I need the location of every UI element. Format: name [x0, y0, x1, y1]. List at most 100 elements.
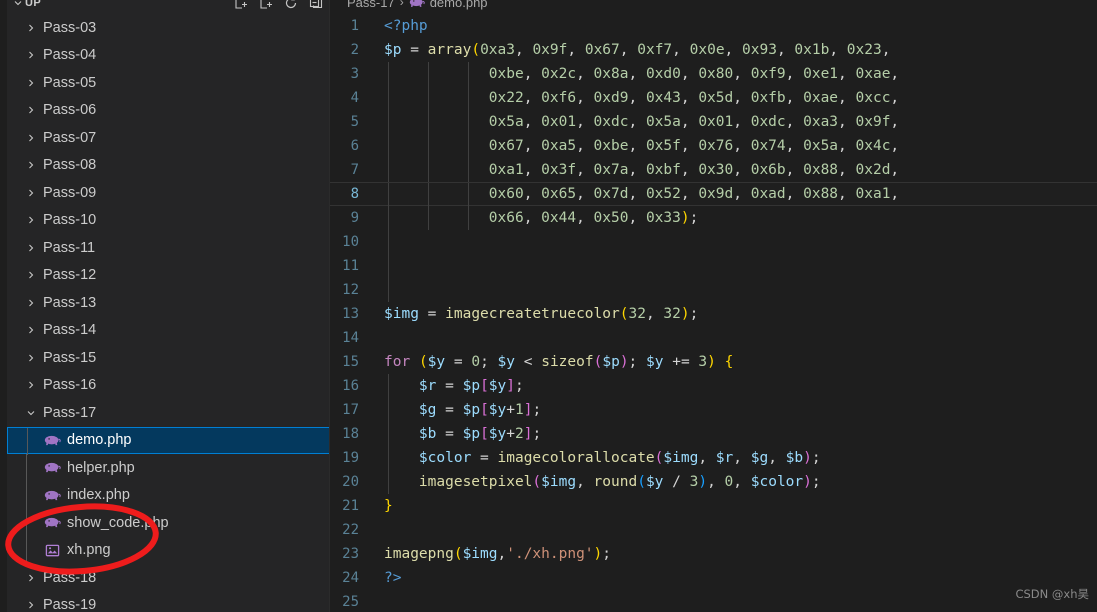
code-line-7[interactable]: 7 0xa1, 0x3f, 0x7a, 0xbf, 0x30, 0x6b, 0x…	[330, 158, 1097, 182]
code-editor: Pass-17 › demo.php 1 <?php 2 $p = array(0xa…	[330, 0, 1097, 612]
tree-folder-Pass-05[interactable]: Pass-05	[7, 69, 329, 97]
chevron-right-icon[interactable]	[23, 597, 39, 612]
chevron-right-icon[interactable]	[23, 295, 39, 311]
tree-file-index.php[interactable]: index.php	[7, 481, 329, 509]
code-token: +	[506, 426, 515, 442]
chevron-right-icon[interactable]	[23, 185, 39, 201]
tree-folder-Pass-19[interactable]: Pass-19	[7, 592, 329, 612]
tree-file-xh.png[interactable]: xh.png	[7, 536, 329, 564]
code-line-14[interactable]: 14	[330, 326, 1097, 350]
line-text: 0xbe, 0x2c, 0x8a, 0xd0, 0x80, 0xf9, 0xe1…	[380, 62, 1097, 86]
code-token: ,	[645, 306, 664, 322]
tree-folder-Pass-17[interactable]: Pass-17	[7, 399, 329, 427]
chevron-right-icon[interactable]	[23, 47, 39, 63]
chevron-right-icon[interactable]	[23, 212, 39, 228]
code-token: [	[480, 426, 489, 442]
code-line-20[interactable]: 20 imagesetpixel($img, round($y / 3), 0,…	[330, 470, 1097, 494]
chevron-right-icon[interactable]	[23, 350, 39, 366]
chevron-down-icon[interactable]	[23, 405, 39, 421]
chevron-right-icon[interactable]	[23, 157, 39, 173]
chevron-right-icon[interactable]	[23, 102, 39, 118]
code-content[interactable]: 1 <?php 2 $p = array(0xa3, 0x9f, 0x67, 0xf7…	[330, 14, 1097, 612]
code-token: 0x43	[645, 90, 681, 106]
chevron-down-icon[interactable]	[11, 0, 25, 10]
code-line-11[interactable]: 11	[330, 254, 1097, 278]
line-text: $p = array(0xa3, 0x9f, 0x67, 0xf7, 0x0e,…	[380, 38, 1097, 62]
tree-folder-Pass-04[interactable]: Pass-04	[7, 42, 329, 70]
code-line-1[interactable]: 1 <?php	[330, 14, 1097, 38]
new-file-icon[interactable]	[233, 0, 249, 11]
code-line-9[interactable]: 9 0x66, 0x44, 0x50, 0x33);	[330, 206, 1097, 230]
php-elephant-icon	[409, 0, 425, 8]
code-token: 0x7a	[593, 162, 629, 178]
chevron-right-icon[interactable]	[23, 20, 39, 36]
code-token: 0x3f	[541, 162, 577, 178]
chevron-right-icon[interactable]	[23, 267, 39, 283]
code-line-19[interactable]: 19 $color = imagecolorallocate($img, $r,…	[330, 446, 1097, 470]
code-line-6[interactable]: 6 0x67, 0xa5, 0xbe, 0x5f, 0x76, 0x74, 0x…	[330, 134, 1097, 158]
code-line-18[interactable]: 18 $b = $p[$y+2];	[330, 422, 1097, 446]
file-tree[interactable]: Pass-03 Pass-04 Pass-05 Pass-06 Pass-07 Pass-…	[7, 14, 329, 612]
line-text: <?php	[380, 14, 1097, 38]
code-line-21[interactable]: 21}	[330, 494, 1097, 518]
code-line-10[interactable]: 10	[330, 230, 1097, 254]
tree-folder-Pass-14[interactable]: Pass-14	[7, 317, 329, 345]
tree-folder-Pass-15[interactable]: Pass-15	[7, 344, 329, 372]
code-token: +	[506, 402, 515, 418]
code-token: ;	[628, 354, 647, 370]
code-line-23[interactable]: 23 imagepng($img,'./xh.png');	[330, 542, 1097, 566]
tree-folder-Pass-03[interactable]: Pass-03	[7, 14, 329, 42]
code-line-13[interactable]: 13 $img = imagecreatetruecolor(32, 32);	[330, 302, 1097, 326]
tree-folder-Pass-09[interactable]: Pass-09	[7, 179, 329, 207]
code-line-15[interactable]: 15 for ($y = 0; $y < sizeof($p); $y += 3)…	[330, 350, 1097, 374]
chevron-right-icon[interactable]	[23, 130, 39, 146]
tree-folder-Pass-06[interactable]: Pass-06	[7, 97, 329, 125]
code-token: ,	[576, 210, 594, 226]
tree-folder-Pass-18[interactable]: Pass-18	[7, 564, 329, 592]
code-line-24[interactable]: 24 ?>	[330, 566, 1097, 590]
breadcrumb-file[interactable]: demo.php	[430, 0, 488, 10]
code-token: ,	[567, 42, 585, 58]
code-token: ;	[811, 450, 821, 466]
code-token: +=	[663, 354, 699, 370]
tree-folder-Pass-12[interactable]: Pass-12	[7, 262, 329, 290]
tree-folder-Pass-11[interactable]: Pass-11	[7, 234, 329, 262]
code-line-22[interactable]: 22	[330, 518, 1097, 542]
line-text: for ($y = 0; $y < sizeof($p); $y += 3) {	[380, 350, 1097, 374]
tree-file-helper.php[interactable]: helper.php	[7, 454, 329, 482]
code-token: ,	[838, 66, 856, 82]
code-line-12[interactable]: 12	[330, 278, 1097, 302]
tree-folder-Pass-07[interactable]: Pass-07	[7, 124, 329, 152]
code-line-2[interactable]: 2 $p = array(0xa3, 0x9f, 0x67, 0xf7, 0x0e…	[330, 38, 1097, 62]
new-folder-icon[interactable]	[258, 0, 274, 11]
tree-folder-Pass-08[interactable]: Pass-08	[7, 152, 329, 180]
breadcrumb-folder[interactable]: Pass-17	[347, 0, 395, 10]
code-line-5[interactable]: 5 0x5a, 0x01, 0xdc, 0x5a, 0x01, 0xdc, 0x…	[330, 110, 1097, 134]
code-token: =	[436, 402, 463, 418]
tree-folder-Pass-10[interactable]: Pass-10	[7, 207, 329, 235]
code-token: 0x23	[846, 42, 882, 58]
code-line-3[interactable]: 3 0xbe, 0x2c, 0x8a, 0xd0, 0x80, 0xf9, 0x…	[330, 62, 1097, 86]
code-line-4[interactable]: 4 0x22, 0xf6, 0xd9, 0x43, 0x5d, 0xfb, 0x…	[330, 86, 1097, 110]
chevron-right-icon[interactable]	[23, 570, 39, 586]
line-number: 12	[342, 282, 359, 298]
refresh-icon[interactable]	[283, 0, 299, 11]
collapse-all-icon[interactable]	[308, 0, 324, 11]
code-line-17[interactable]: 17 $g = $p[$y+1];	[330, 398, 1097, 422]
chevron-right-icon[interactable]	[23, 240, 39, 256]
code-line-8[interactable]: 8 0x60, 0x65, 0x7d, 0x52, 0x9d, 0xad, 0x…	[330, 182, 1097, 207]
tree-file-show_code.php[interactable]: show_code.php	[7, 509, 329, 537]
tree-folder-Pass-13[interactable]: Pass-13	[7, 289, 329, 317]
breadcrumb[interactable]: Pass-17 › demo.php	[330, 0, 1097, 13]
chevron-right-icon[interactable]	[23, 75, 39, 91]
image-file-icon	[43, 541, 61, 559]
chevron-right-icon[interactable]	[23, 322, 39, 338]
tree-folder-Pass-16[interactable]: Pass-16	[7, 372, 329, 400]
chevron-right-icon[interactable]	[23, 377, 39, 393]
tree-file-demo.php[interactable]: demo.php	[7, 426, 329, 455]
code-line-16[interactable]: 16 $r = $p[$y];	[330, 374, 1097, 398]
tree-item-label: Pass-03	[43, 19, 97, 36]
code-token: (	[637, 474, 646, 490]
code-line-25[interactable]: 25	[330, 590, 1097, 612]
code-token: $y	[488, 378, 507, 394]
